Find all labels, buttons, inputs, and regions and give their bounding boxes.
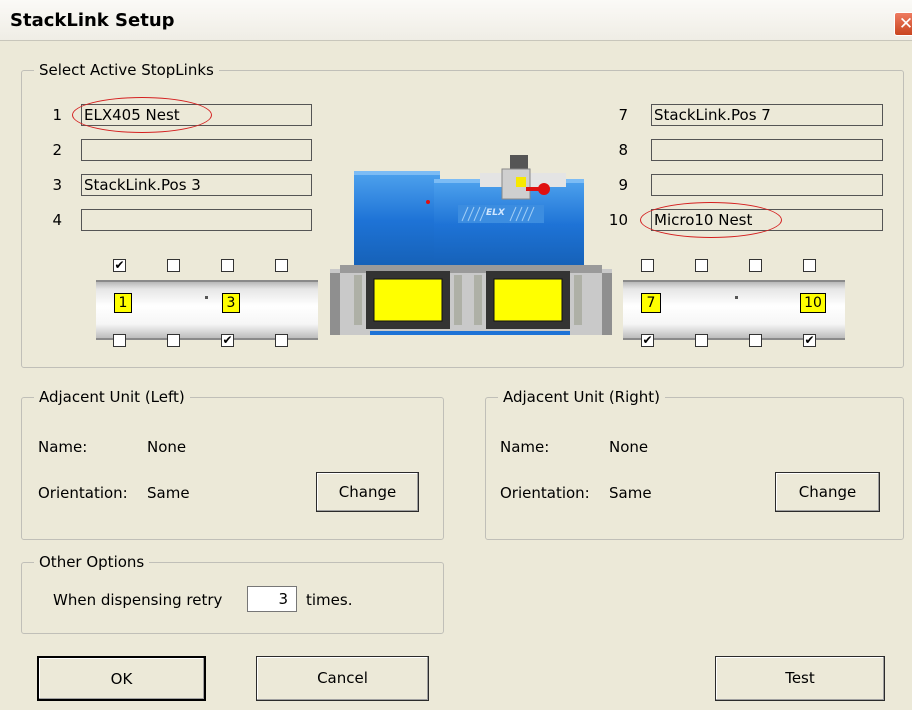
right-bottom-checkbox-1[interactable] [641, 334, 654, 347]
stoplink-number-7: 7 [618, 106, 628, 124]
adjacent-left-orientation-label: Orientation: [38, 484, 128, 502]
stoplink-field-10[interactable]: Micro10 Nest [651, 209, 883, 231]
stacklink-device-illustration: ELX [330, 155, 612, 335]
stoplink-field-8[interactable] [651, 139, 883, 161]
title-bar: StackLink Setup ✕ [0, 0, 912, 41]
stoplink-field-3[interactable]: StackLink.Pos 3 [81, 174, 312, 196]
right-bottom-checkbox-4[interactable] [803, 334, 816, 347]
right-bottom-checkbox-2[interactable] [695, 334, 708, 347]
adjacent-right-orientation-value: Same [609, 484, 652, 502]
right-top-checkbox-2[interactable] [695, 259, 708, 272]
left-bottom-checkbox-2[interactable] [167, 334, 180, 347]
slot-label-10: 10 [800, 293, 826, 313]
right-bottom-checkbox-3[interactable] [749, 334, 762, 347]
slot-label-1: 1 [114, 293, 132, 313]
adjacent-right-group-label: Adjacent Unit (Right) [498, 388, 666, 406]
adjacent-left-group: Adjacent Unit (Left) [21, 388, 444, 540]
slot-label-7: 7 [641, 293, 661, 313]
stoplink-field-2[interactable] [81, 139, 312, 161]
ok-button[interactable]: OK [37, 656, 206, 701]
retry-count-input[interactable]: 3 [247, 586, 297, 612]
retry-prefix-label: When dispensing retry [53, 591, 223, 609]
left-top-checkbox-3[interactable] [221, 259, 234, 272]
right-top-checkbox-3[interactable] [749, 259, 762, 272]
track-marker-dot [205, 296, 208, 299]
slot-label-3: 3 [222, 293, 240, 313]
stoplinks-group-label: Select Active StopLinks [34, 61, 219, 79]
cancel-button[interactable]: Cancel [256, 656, 429, 701]
stoplink-number-4: 4 [52, 211, 62, 229]
adjacent-right-name-value: None [609, 438, 649, 456]
adjacent-right-change-button[interactable]: Change [775, 472, 880, 512]
stoplink-field-1[interactable]: ELX405 Nest [81, 104, 312, 126]
track-marker-dot [735, 296, 738, 299]
left-bottom-checkbox-1[interactable] [113, 334, 126, 347]
right-top-checkbox-1[interactable] [641, 259, 654, 272]
stoplink-field-9[interactable] [651, 174, 883, 196]
adjacent-right-name-label: Name: [500, 438, 550, 456]
stoplink-number-3: 3 [52, 176, 62, 194]
device-logo-text: ELX [486, 208, 505, 218]
retry-suffix-label: times. [306, 591, 353, 609]
left-bottom-checkbox-4[interactable] [275, 334, 288, 347]
stoplink-number-1: 1 [52, 106, 62, 124]
test-button[interactable]: Test [715, 656, 885, 701]
stoplink-number-2: 2 [52, 141, 62, 159]
other-options-group-label: Other Options [34, 553, 150, 571]
right-top-checkbox-4[interactable] [803, 259, 816, 272]
stoplink-field-7[interactable]: StackLink.Pos 7 [651, 104, 883, 126]
adjacent-left-orientation-value: Same [147, 484, 190, 502]
adjacent-right-orientation-label: Orientation: [500, 484, 590, 502]
adjacent-left-change-button[interactable]: Change [316, 472, 419, 512]
left-top-checkbox-1[interactable] [113, 259, 126, 272]
adjacent-left-name-label: Name: [38, 438, 88, 456]
close-button[interactable]: ✕ [894, 12, 912, 36]
stoplink-field-4[interactable] [81, 209, 312, 231]
adjacent-right-group: Adjacent Unit (Right) [485, 388, 904, 540]
adjacent-left-name-value: None [147, 438, 187, 456]
left-top-checkbox-4[interactable] [275, 259, 288, 272]
adjacent-left-group-label: Adjacent Unit (Left) [34, 388, 190, 406]
close-icon: ✕ [898, 14, 912, 34]
left-top-checkbox-2[interactable] [167, 259, 180, 272]
window-title: StackLink Setup [10, 10, 175, 31]
left-bottom-checkbox-3[interactable] [221, 334, 234, 347]
